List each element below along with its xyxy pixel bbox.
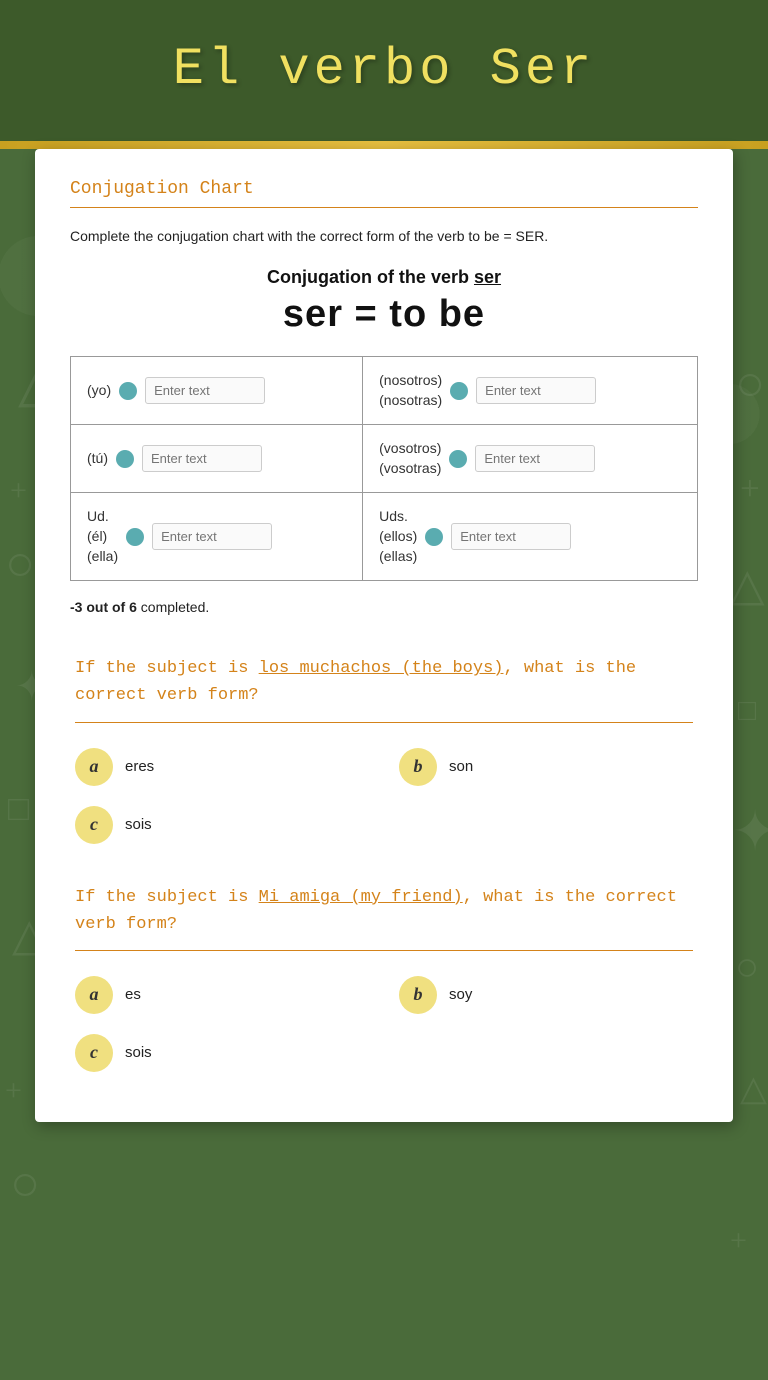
cell-ud: Ud.(él)(ella) [71, 493, 363, 581]
bullet-vosotros [449, 450, 467, 468]
q1-label-a: eres [125, 758, 154, 775]
q1-option-b[interactable]: b son [399, 748, 693, 786]
cell-nosotros: (nosotros)(nosotras) [363, 357, 698, 425]
input-ud[interactable] [152, 523, 272, 550]
conj-title-text: Conjugation of the verb [267, 267, 469, 287]
score-text: -3 out of 6 completed. [70, 599, 698, 615]
q1-label-c: sois [125, 816, 152, 833]
header: El verbo Ser [0, 0, 768, 149]
q2-option-b[interactable]: b soy [399, 976, 693, 1014]
q2-option-c[interactable]: c sois [75, 1034, 369, 1072]
q2-label-a: es [125, 986, 141, 1003]
cell-ud-content: Ud.(él)(ella) [87, 507, 346, 566]
pronoun-tu: (tú) [87, 449, 108, 469]
bullet-nosotros [450, 382, 468, 400]
input-vosotros[interactable] [475, 445, 595, 472]
table-row: (tú) (vosotros)(vosotras) [71, 425, 698, 493]
q2-badge-a: a [75, 976, 113, 1014]
q1-divider [75, 722, 693, 723]
instructions-text: Complete the conjugation chart with the … [70, 226, 698, 247]
q1-option-c[interactable]: c sois [75, 806, 369, 844]
pronoun-ud: Ud.(él)(ella) [87, 507, 118, 566]
q2-text-before: If the subject is [75, 888, 259, 907]
q2-badge-b: b [399, 976, 437, 1014]
pronoun-nosotros: (nosotros)(nosotras) [379, 371, 442, 410]
cell-uds: Uds.(ellos)(ellas) [363, 493, 698, 581]
q1-options-grid: a eres b son c sois [75, 748, 693, 844]
q2-label-b: soy [449, 986, 472, 1003]
table-row: (yo) (nosotros)(nosotras) [71, 357, 698, 425]
question2-section: If the subject is Mi amiga (my friend), … [70, 884, 698, 1072]
cell-nosotros-content: (nosotros)(nosotras) [379, 371, 681, 410]
page-wrapper: El verbo Ser Conjugation Chart Complete … [0, 0, 768, 1380]
input-tu[interactable] [142, 445, 262, 472]
bullet-tu [116, 450, 134, 468]
conj-chart-title: Conjugation of the verb ser [70, 267, 698, 288]
page-title: El verbo Ser [20, 40, 748, 99]
pronoun-yo: (yo) [87, 381, 111, 401]
cell-vosotros: (vosotros)(vosotras) [363, 425, 698, 493]
cell-uds-content: Uds.(ellos)(ellas) [379, 507, 681, 566]
bullet-uds [425, 528, 443, 546]
content-card: Conjugation Chart Complete the conjugati… [35, 149, 733, 1122]
input-nosotros[interactable] [476, 377, 596, 404]
q1-text-before: If the subject is [75, 659, 259, 678]
q2-badge-c: c [75, 1034, 113, 1072]
bottom-space [0, 1122, 768, 1182]
conjugation-table: (yo) (nosotros)(nosotras) [70, 356, 698, 581]
score-value: -3 out of 6 [70, 599, 137, 615]
question1-section: If the subject is los muchachos (the boy… [70, 655, 698, 843]
pronoun-vosotros: (vosotros)(vosotras) [379, 439, 441, 478]
question1-text: If the subject is los muchachos (the boy… [75, 655, 693, 709]
q1-option-a[interactable]: a eres [75, 748, 369, 786]
section-heading: Conjugation Chart [70, 179, 698, 199]
conj-verb-underline: ser [474, 267, 501, 287]
cell-tu: (tú) [71, 425, 363, 493]
section-divider [70, 207, 698, 208]
cell-tu-content: (tú) [87, 445, 346, 472]
cell-yo-content: (yo) [87, 377, 346, 404]
q2-options-grid: a es b soy c sois [75, 976, 693, 1072]
input-yo[interactable] [145, 377, 265, 404]
cell-vosotros-content: (vosotros)(vosotras) [379, 439, 681, 478]
q2-divider [75, 950, 693, 951]
conjugation-chart-section: Conjugation Chart Complete the conjugati… [70, 179, 698, 615]
q2-subject: Mi amiga (my friend) [259, 888, 463, 907]
cell-yo: (yo) [71, 357, 363, 425]
table-row: Ud.(él)(ella) Uds.(ellos)(ellas) [71, 493, 698, 581]
q2-option-a[interactable]: a es [75, 976, 369, 1014]
conj-subtitle: ser = to be [70, 293, 698, 336]
q1-subject: los muchachos (the boys) [259, 659, 504, 678]
q1-badge-c: c [75, 806, 113, 844]
input-uds[interactable] [451, 523, 571, 550]
pronoun-uds: Uds.(ellos)(ellas) [379, 507, 417, 566]
q1-badge-a: a [75, 748, 113, 786]
question2-text: If the subject is Mi amiga (my friend), … [75, 884, 693, 938]
q2-label-c: sois [125, 1044, 152, 1061]
bullet-yo [119, 382, 137, 400]
q1-badge-b: b [399, 748, 437, 786]
q1-label-b: son [449, 758, 473, 775]
bullet-ud [126, 528, 144, 546]
score-suffix: completed. [137, 599, 209, 615]
